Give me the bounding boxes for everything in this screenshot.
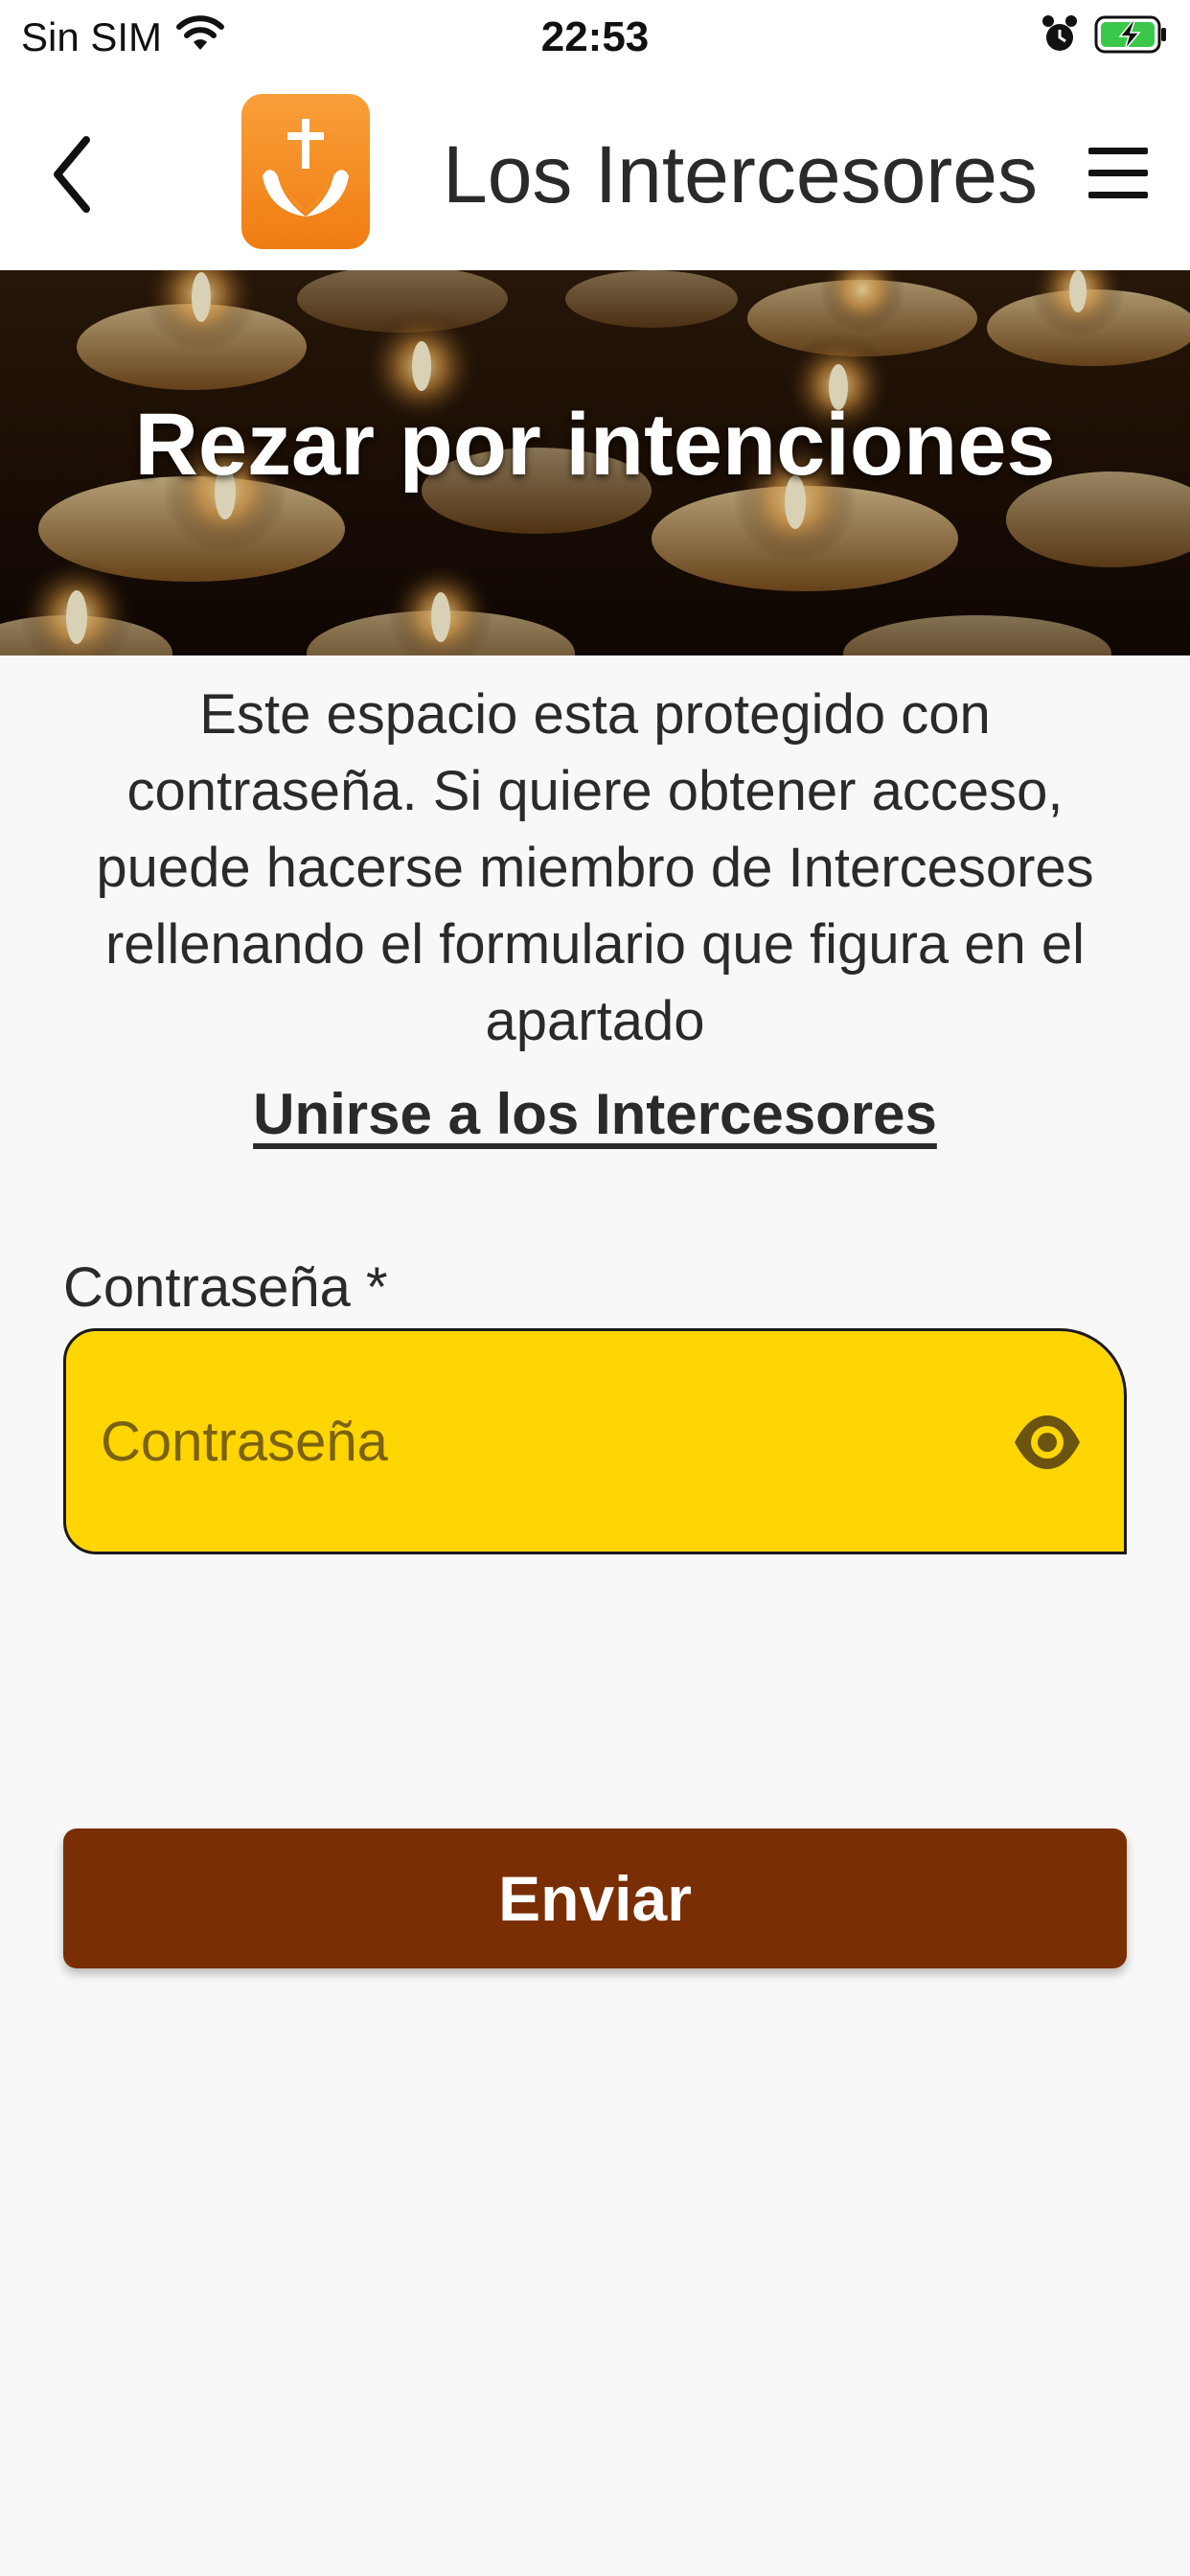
status-bar: Sin SIM 22:53 — [0, 0, 1190, 79]
intro-text: Este espacio esta protegido con contrase… — [96, 683, 1094, 1052]
alarm-icon — [1041, 13, 1079, 60]
battery-icon — [1094, 13, 1169, 60]
password-input[interactable] — [101, 1331, 963, 1552]
app-title: Los Intercesores — [443, 129, 1038, 219]
eye-icon — [1015, 1415, 1080, 1469]
status-right — [1041, 13, 1169, 60]
cross-praying-hands-icon — [263, 119, 349, 217]
submit-button[interactable]: Enviar — [63, 1828, 1127, 1968]
menu-button[interactable] — [1085, 144, 1152, 203]
app-header: Los Intercesores — [0, 79, 1190, 270]
hero-title: Rezar por intenciones — [134, 396, 1056, 494]
back-button[interactable] — [38, 126, 105, 222]
hero-banner: Rezar por intenciones — [0, 270, 1190, 656]
chevron-left-icon — [54, 136, 90, 213]
password-label: Contraseña * — [63, 1256, 388, 1319]
password-field — [63, 1328, 1127, 1554]
toggle-password-visibility-button[interactable] — [1011, 1412, 1084, 1473]
hamburger-menu-icon — [1088, 148, 1148, 198]
join-intercessors-link[interactable]: Unirse a los Intercesores — [0, 1081, 1190, 1147]
status-time: 22:53 — [540, 13, 650, 60]
app-logo — [241, 94, 370, 249]
